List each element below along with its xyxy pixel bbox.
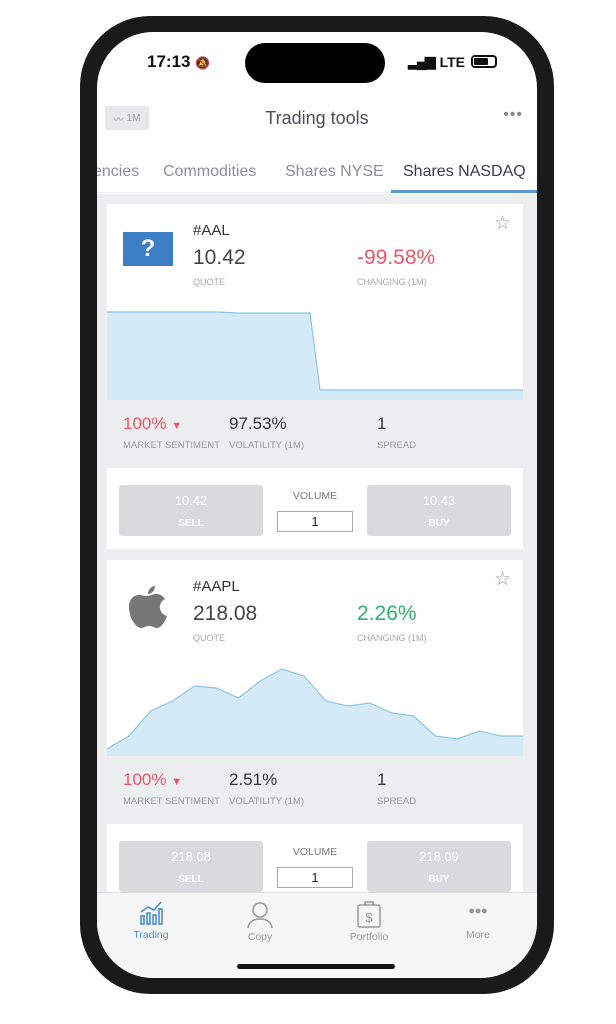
tabbar-more[interactable]: ••• More	[438, 899, 518, 941]
quote-label: QUOTE	[193, 633, 226, 643]
sparkline-chart	[107, 668, 523, 756]
triangle-down-icon: ▼	[171, 776, 183, 788]
sentiment-value: 100% ▼	[123, 770, 182, 790]
sentiment-percent: 100%	[123, 770, 167, 789]
sentiment-label: MARKET SENTIMENT	[123, 440, 220, 451]
instrument-card[interactable]: #AAPL 218.08 QUOTE 2.26% CHANGING (1M) ☆…	[107, 560, 523, 905]
change-value: -99.58%	[357, 246, 436, 269]
star-icon[interactable]: ☆	[494, 212, 511, 235]
sentiment-percent: 100%	[123, 414, 167, 433]
battery-icon	[471, 55, 497, 68]
category-tabs: encies Commodities Shares NYSE Shares NA…	[97, 157, 537, 193]
tabbar-label: Copy	[247, 931, 273, 943]
svg-text:$: $	[365, 910, 373, 925]
status-right: ▂▄▆ LTE	[408, 53, 497, 70]
buy-label: BUY	[428, 874, 450, 885]
network-label: LTE	[439, 53, 465, 70]
sell-label: SELL	[178, 874, 204, 885]
buy-price: 10.43	[422, 493, 456, 508]
symbol: #AAL	[193, 222, 230, 239]
change-label: CHANGING (1M)	[357, 277, 427, 287]
volatility-label: VOLATILITY (1M)	[229, 440, 305, 451]
instrument-card[interactable]: ? #AAL 10.42 QUOTE -99.58% CHANGING (1M)…	[107, 204, 523, 549]
buy-button[interactable]: 218.09 BUY	[367, 841, 511, 892]
page-title: Trading tools	[265, 108, 369, 128]
more-dots-icon: •••	[468, 901, 488, 921]
star-icon[interactable]: ☆	[494, 568, 511, 591]
volume-label: VOLUME	[292, 490, 338, 502]
instrument-list[interactable]: ? #AAL 10.42 QUOTE -99.58% CHANGING (1M)…	[97, 194, 537, 905]
sentiment-value: 100% ▼	[123, 414, 182, 434]
status-time: 17:13 🔕	[147, 52, 210, 72]
quote-label: QUOTE	[193, 277, 226, 287]
tab-currencies[interactable]: encies	[97, 163, 139, 181]
spread-label: SPREAD	[377, 796, 417, 807]
volatility-value: 2.51%	[229, 770, 278, 789]
tabbar-copy[interactable]: Copy	[220, 899, 300, 943]
more-options-icon[interactable]: •••	[503, 106, 523, 124]
question-logo-icon: ?	[123, 232, 173, 266]
sparkline-chart	[107, 311, 523, 400]
sell-price: 10.42	[174, 493, 208, 508]
quote-value: 218.08	[193, 602, 258, 625]
screen: 17:13 🔕 ▂▄▆ LTE 〰 1M Trading tools ••• en…	[97, 32, 537, 978]
tabbar-trading[interactable]: Trading	[111, 899, 191, 941]
sparkline-area	[107, 669, 523, 756]
portfolio-icon: $	[357, 901, 381, 928]
sell-price: 218.08	[171, 849, 211, 864]
volatility-label: VOLATILITY (1M)	[229, 796, 305, 807]
bell-muted-icon: 🔕	[195, 56, 211, 70]
tabbar-label: Trading	[133, 929, 169, 941]
sentiment-label: MARKET SENTIMENT	[123, 796, 220, 807]
change-value: 2.26%	[357, 602, 417, 625]
stats-row: 100% ▼ MARKET SENTIMENT 2.51% VOLATILITY…	[107, 756, 523, 824]
volume-input[interactable]: 1	[277, 867, 353, 888]
symbol: #AAPL	[193, 578, 240, 595]
change-label: CHANGING (1M)	[357, 633, 427, 643]
sell-button[interactable]: 10.42 SELL	[119, 485, 263, 536]
spread-value: 1	[377, 414, 387, 433]
triangle-down-icon: ▼	[171, 420, 183, 432]
active-tab-indicator	[391, 190, 537, 193]
tab-commodities[interactable]: Commodities	[163, 163, 256, 181]
spread-label: SPREAD	[377, 440, 417, 451]
tabbar-portfolio[interactable]: $ Portfolio	[329, 899, 409, 943]
buy-button[interactable]: 10.43 BUY	[367, 485, 511, 536]
trade-row: 10.42 SELL VOLUME 1 10.43 BUY	[107, 468, 523, 549]
buy-price: 218.09	[419, 849, 459, 864]
signal-icon: ▂▄▆	[408, 53, 435, 69]
header: 〰 1M Trading tools •••	[97, 104, 537, 134]
volatility-value: 97.53%	[229, 414, 287, 433]
tab-shares-nyse[interactable]: Shares NYSE	[285, 163, 384, 181]
spread-value: 1	[377, 770, 387, 789]
home-indicator	[237, 964, 395, 969]
tabbar-label: Portfolio	[349, 931, 389, 943]
stats-row: 100% ▼ MARKET SENTIMENT 97.53% VOLATILIT…	[107, 400, 523, 468]
quote-value: 10.42	[193, 246, 246, 269]
time: 17:13	[147, 52, 191, 71]
volume-input[interactable]: 1	[277, 511, 353, 532]
person-icon	[247, 902, 273, 929]
sell-button[interactable]: 218.08 SELL	[119, 841, 263, 892]
dynamic-island	[245, 43, 385, 83]
buy-label: BUY	[428, 518, 450, 529]
tabbar-label: More	[466, 929, 490, 941]
sell-label: SELL	[178, 518, 204, 529]
trading-chart-icon	[140, 901, 163, 925]
apple-logo-icon	[125, 582, 169, 642]
volume-label: VOLUME	[292, 846, 338, 858]
tab-shares-nasdaq[interactable]: Shares NASDAQ	[403, 163, 526, 181]
